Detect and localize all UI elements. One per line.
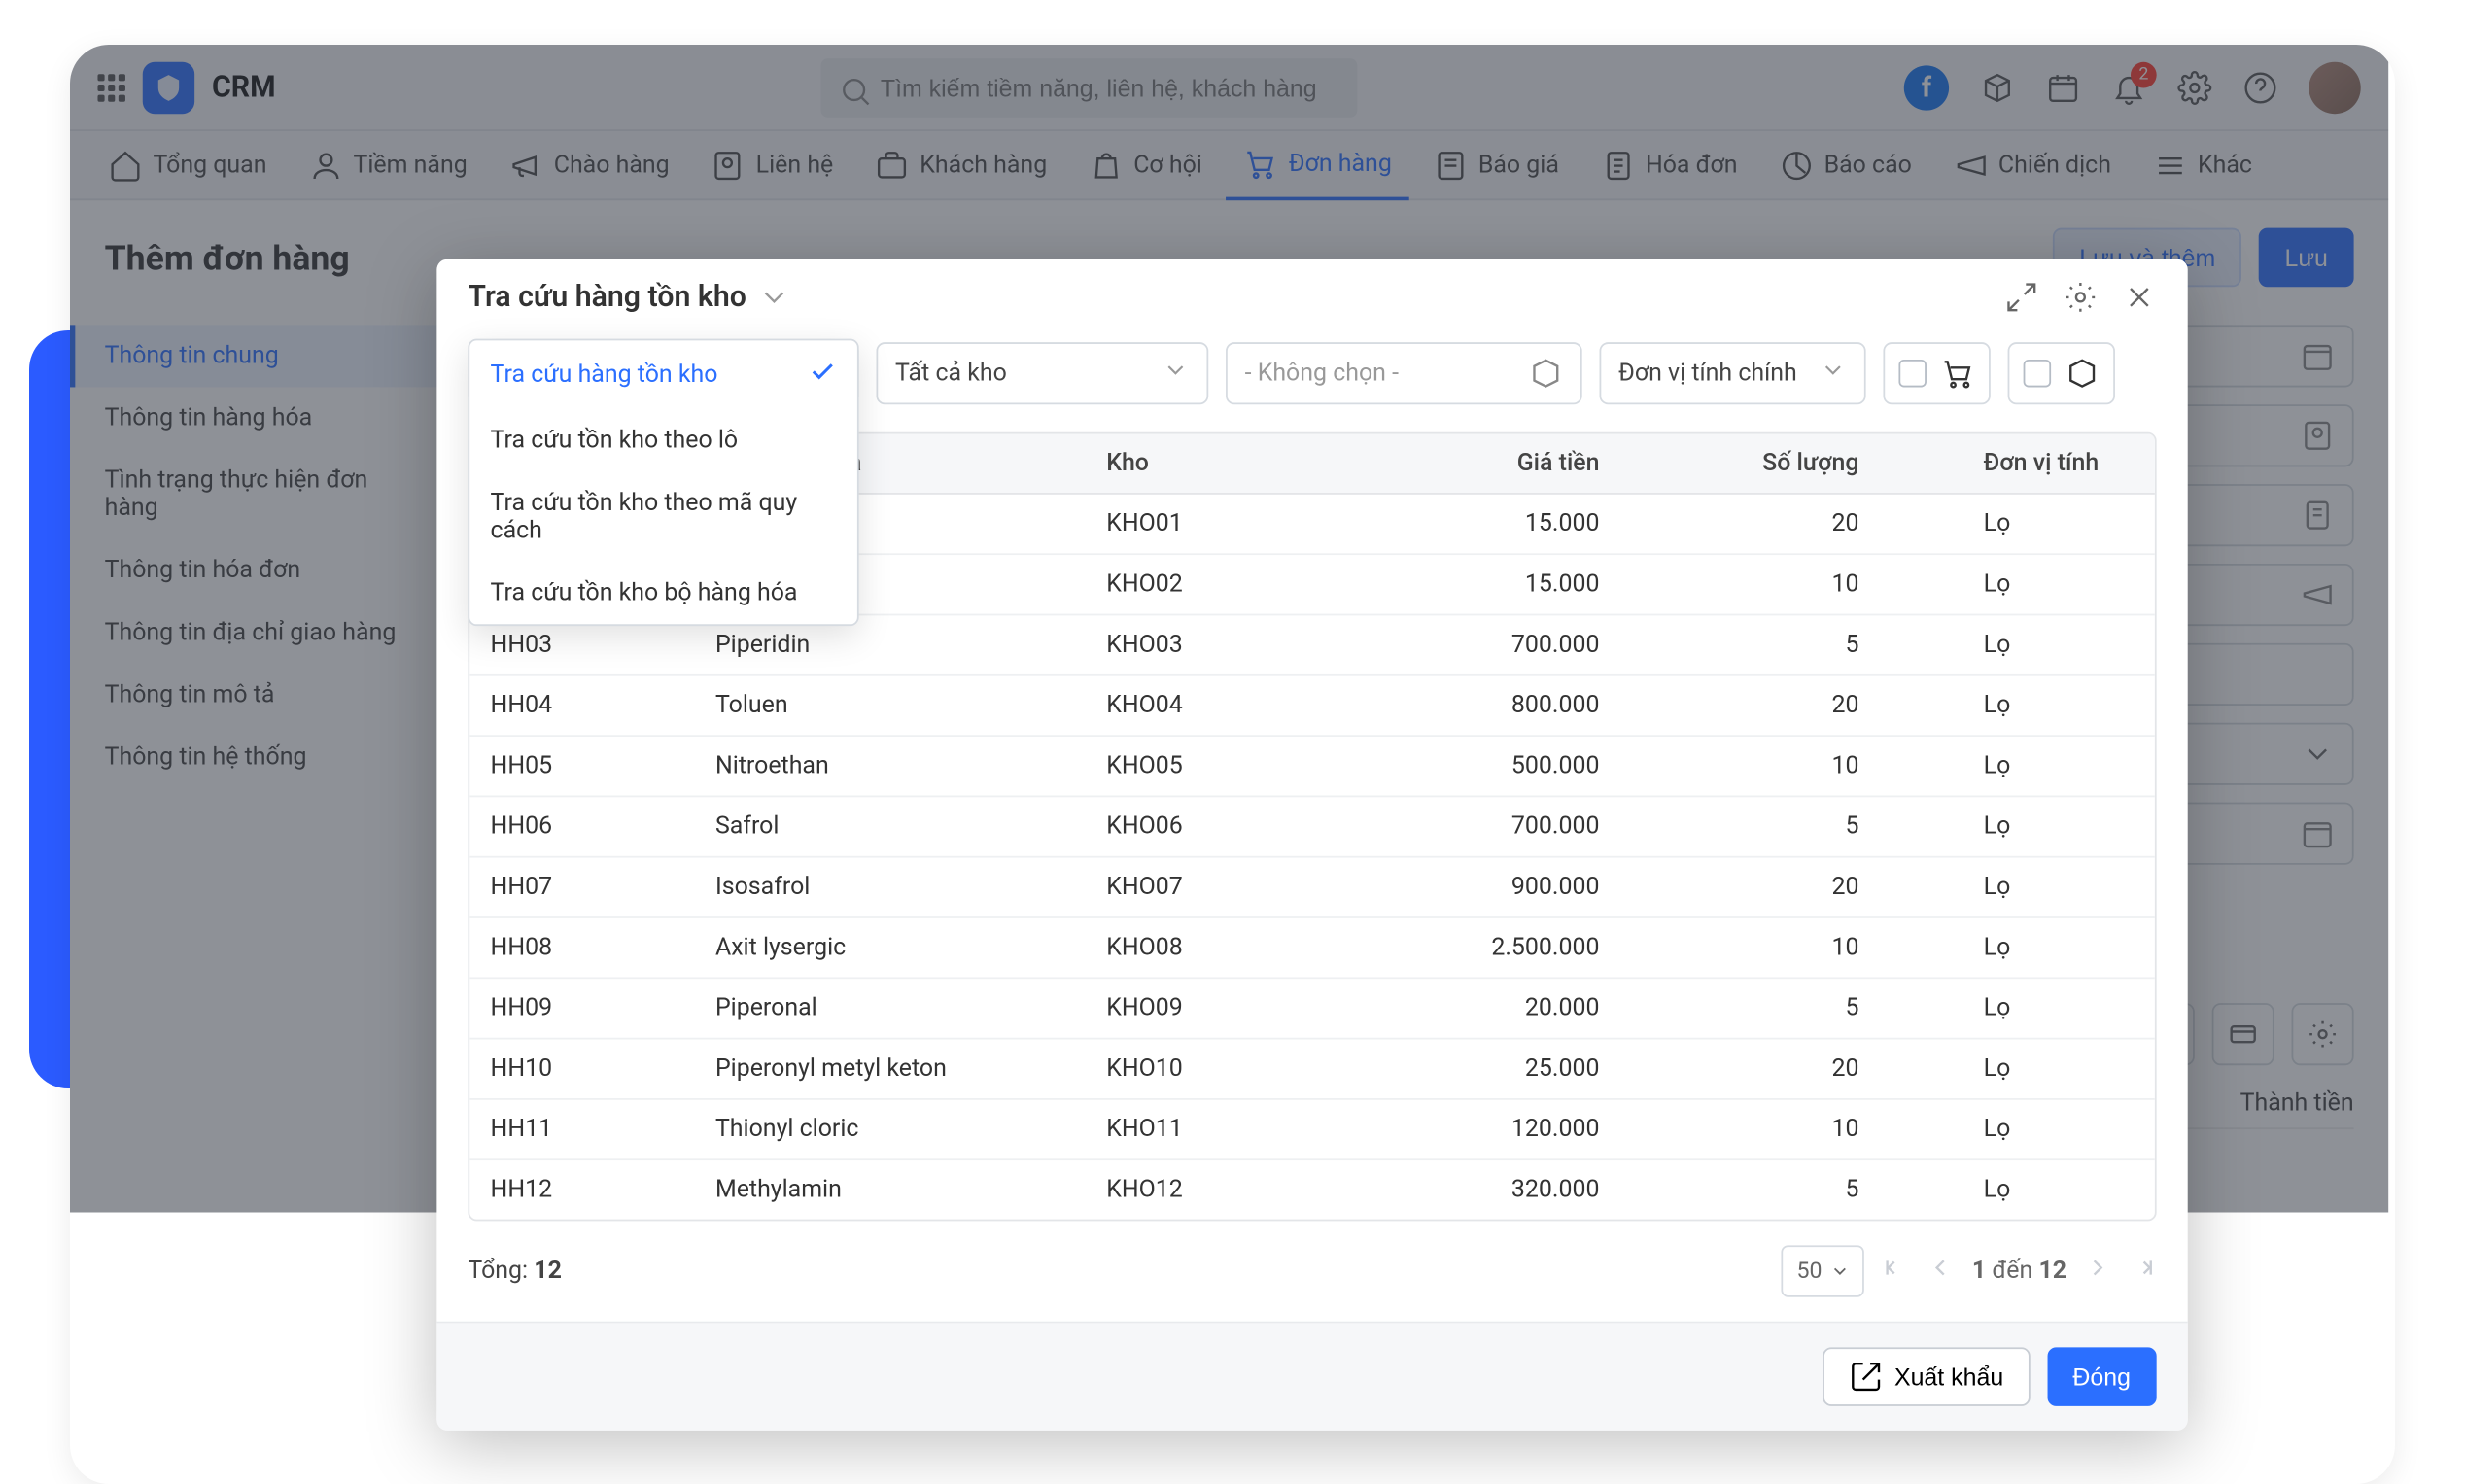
lookup-type-dropdown: Tra cứu hàng tồn khoTra cứu tồn kho theo…: [468, 339, 858, 626]
dropdown-item-3[interactable]: Tra cứu tồn kho bộ hàng hóa: [469, 562, 857, 624]
page-range: 1 đến 12: [1972, 1258, 2066, 1285]
table-row[interactable]: HH09PiperonalKHO0920.0005Lọ: [469, 979, 2155, 1039]
warehouse-select[interactable]: Tất cả kho: [876, 342, 1208, 404]
expand-icon[interactable]: [2004, 280, 2039, 315]
col-unit: Đơn vị tính: [1880, 434, 2155, 494]
pager: 50 1 đến 12: [1782, 1245, 2157, 1296]
app-window: CRM f 2 Tổng quanTiềm năngChào hàngLiên …: [70, 45, 2395, 1484]
inventory-lookup-modal: Tra cứu hàng tồn kho Tra cứu hàng tồn kh…: [436, 259, 2187, 1431]
unit-select[interactable]: Đơn vị tính chính: [1600, 342, 1866, 404]
table-row[interactable]: HH04ToluenKHO04800.00020Lọ: [469, 676, 2155, 737]
page-next-icon[interactable]: [2084, 1254, 2111, 1289]
page-first-icon[interactable]: [1882, 1254, 1909, 1289]
total-label: Tổng:: [468, 1258, 528, 1285]
box-icon: [2065, 356, 2100, 391]
dropdown-item-1[interactable]: Tra cứu tồn kho theo lô: [469, 410, 857, 472]
page-prev-icon[interactable]: [1927, 1254, 1955, 1289]
close-icon[interactable]: [2122, 280, 2157, 315]
page-size-select[interactable]: 50: [1782, 1245, 1864, 1296]
dropdown-item-2[interactable]: Tra cứu tồn kho theo mã quy cách: [469, 472, 857, 563]
table-row[interactable]: HH11Thionyl cloricKHO11120.00010Lọ: [469, 1100, 2155, 1160]
export-button[interactable]: Xuất khẩu: [1823, 1347, 2030, 1406]
modal-title: Tra cứu hàng tồn kho: [468, 280, 791, 315]
gear-icon[interactable]: [2064, 280, 2099, 315]
col-qty: Số lượng: [1620, 434, 1880, 494]
table-row[interactable]: HH12MethylaminKHO12320.0005Lọ: [469, 1160, 2155, 1220]
dropdown-item-0[interactable]: Tra cứu hàng tồn kho: [469, 340, 857, 409]
col-warehouse: Kho: [1086, 434, 1343, 494]
table-row[interactable]: HH10Piperonyl metyl ketonKHO1025.00020Lọ: [469, 1040, 2155, 1100]
table-row[interactable]: HH08Axit lysergicKHO082.500.00010Lọ: [469, 918, 2155, 979]
cart-icon: [1940, 356, 1975, 391]
modal-filters: Tra cứu hàng tồn kho Tất cả kho - Không …: [436, 335, 2187, 422]
page-last-icon[interactable]: [2129, 1254, 2156, 1289]
toggle-cart[interactable]: [1883, 342, 1990, 404]
toggle-box[interactable]: [2008, 342, 2115, 404]
table-row[interactable]: HH06SafrolKHO06700.0005Lọ: [469, 797, 2155, 857]
table-row[interactable]: HH05NitroethanKHO05500.00010Lọ: [469, 737, 2155, 797]
col-price: Giá tiền: [1343, 434, 1620, 494]
box-icon: [1529, 356, 1564, 391]
close-button[interactable]: Đóng: [2047, 1347, 2157, 1406]
chevron-down-icon[interactable]: [757, 280, 792, 315]
table-row[interactable]: HH07IsosafrolKHO07900.00020Lọ: [469, 858, 2155, 918]
item-select[interactable]: - Không chọn -: [1226, 342, 1582, 404]
export-icon: [1850, 1360, 1885, 1395]
total-value: 12: [534, 1258, 562, 1285]
